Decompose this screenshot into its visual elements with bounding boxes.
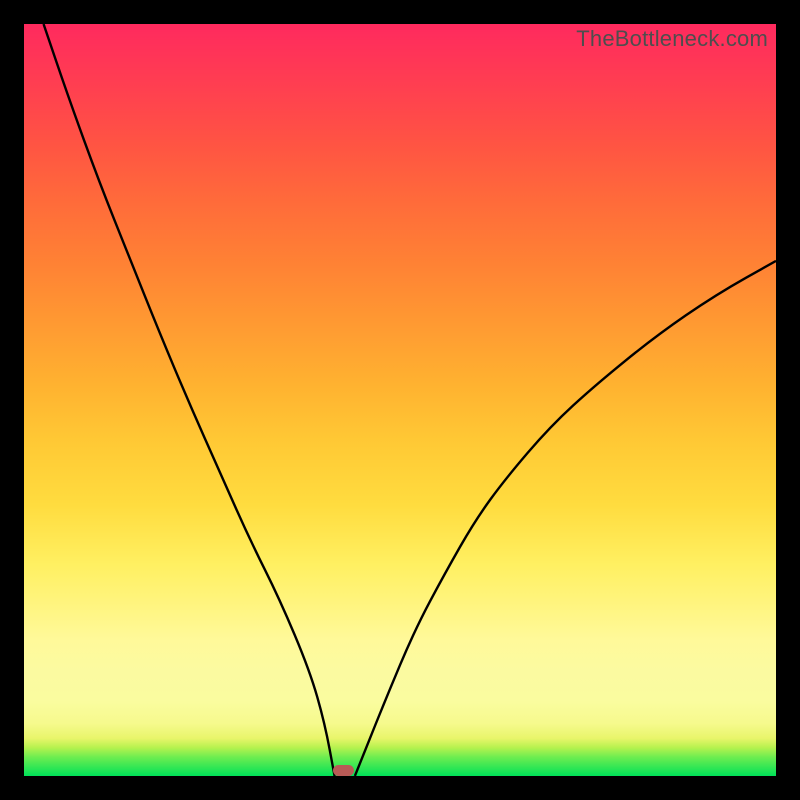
- bottleneck-curve: [24, 24, 776, 776]
- plot-area: TheBottleneck.com: [24, 24, 776, 776]
- bottleneck-curve-left-branch: [44, 24, 335, 776]
- optimal-point-marker: [333, 765, 355, 776]
- bottleneck-curve-right-branch: [355, 261, 776, 776]
- chart-frame: TheBottleneck.com: [0, 0, 800, 800]
